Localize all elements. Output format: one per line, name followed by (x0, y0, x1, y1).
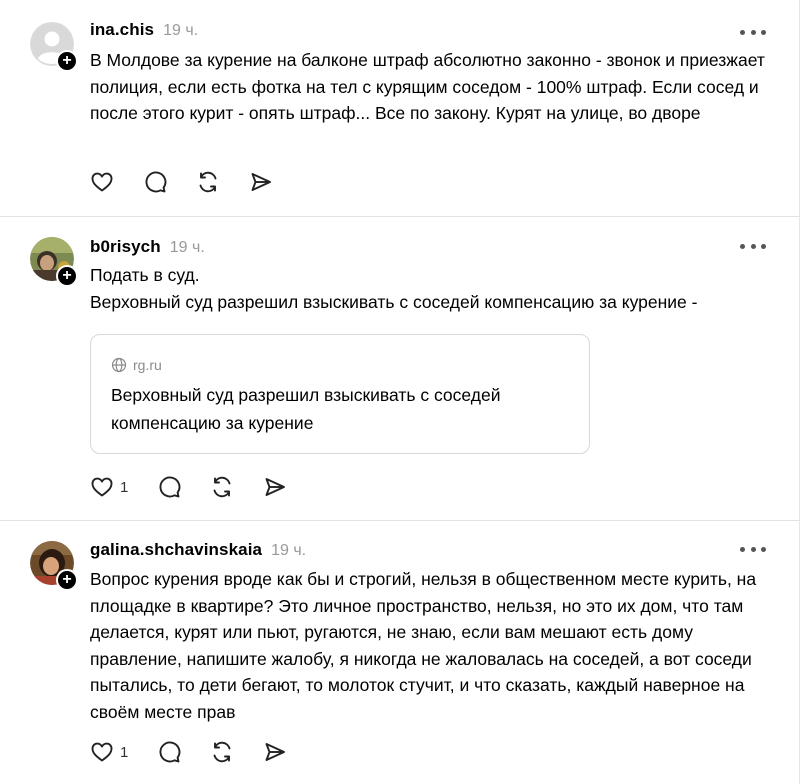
post-header: ina.chis 19 ч. (90, 20, 198, 40)
post: + ina.chis 19 ч. В Молдове за курение на… (0, 0, 799, 216)
share-button[interactable] (263, 739, 303, 765)
follow-plus-icon[interactable]: + (56, 569, 78, 591)
send-icon (265, 743, 285, 761)
avatar[interactable]: + (30, 237, 78, 287)
comment-icon (159, 741, 181, 763)
avatar[interactable]: + (30, 541, 78, 591)
post: + b0risych 19 ч. Подать в суд. Верховный… (0, 216, 799, 520)
post-header: b0risych 19 ч. (90, 237, 205, 257)
more-dots-icon[interactable] (740, 542, 766, 556)
like-button[interactable] (90, 169, 143, 195)
post-text: В Молдове за курение на балконе штраф аб… (90, 50, 765, 123)
like-button[interactable]: 1 (90, 474, 157, 500)
action-bar: 1 (90, 474, 303, 500)
timestamp[interactable]: 19 ч. (271, 542, 306, 560)
feed: + ina.chis 19 ч. В Молдове за курение на… (0, 0, 800, 784)
share-button[interactable] (249, 169, 289, 195)
username[interactable]: ina.chis (90, 20, 154, 40)
comment-icon (145, 171, 167, 193)
avatar[interactable]: + (30, 22, 78, 72)
timestamp[interactable]: 19 ч. (163, 22, 198, 40)
repost-button[interactable] (210, 474, 263, 500)
timestamp[interactable]: 19 ч. (170, 239, 205, 257)
repost-icon (199, 171, 217, 193)
heart-icon (91, 742, 113, 762)
link-title: Верховный суд разрешил взыскивать с сосе… (111, 385, 501, 433)
share-button[interactable] (263, 474, 303, 500)
follow-plus-icon[interactable]: + (56, 265, 78, 287)
more-dots-icon[interactable] (740, 239, 766, 253)
link-preview-card[interactable]: rg.ru Верховный суд разрешил взыскивать … (90, 334, 590, 454)
post-text: Подать в суд. Верховный суд разрешил взы… (90, 262, 780, 315)
follow-plus-icon[interactable]: + (56, 50, 78, 72)
post-header: galina.shchavinskaia 19 ч. (90, 540, 306, 560)
heart-icon (91, 172, 113, 192)
link-domain-text: rg.ru (133, 357, 162, 373)
comment-icon (159, 476, 181, 498)
username[interactable]: b0risych (90, 237, 161, 257)
send-icon (265, 478, 285, 496)
like-count: 1 (120, 478, 129, 496)
username[interactable]: galina.shchavinskaia (90, 540, 262, 560)
action-bar: 1 (90, 739, 303, 765)
more-dots-icon[interactable] (740, 25, 766, 39)
reply-button[interactable] (157, 474, 210, 500)
repost-icon (213, 476, 231, 498)
post-text-line: Подать в суд. (90, 265, 200, 285)
send-icon (251, 173, 271, 191)
globe-icon (111, 357, 127, 373)
post-text: Вопрос курения вроде как бы и строгий, н… (90, 569, 757, 722)
repost-button[interactable] (196, 169, 249, 195)
repost-icon (213, 741, 231, 763)
reply-button[interactable] (157, 739, 210, 765)
reply-button[interactable] (143, 169, 196, 195)
heart-icon (91, 477, 113, 497)
link-domain: rg.ru (111, 357, 162, 373)
post: + galina.shchavinskaia 19 ч. Вопрос куре… (0, 520, 799, 784)
action-bar (90, 169, 289, 195)
like-count: 1 (120, 743, 129, 761)
repost-button[interactable] (210, 739, 263, 765)
like-button[interactable]: 1 (90, 739, 157, 765)
post-text-line: Верховный суд разрешил взыскивать с сосе… (90, 291, 698, 312)
